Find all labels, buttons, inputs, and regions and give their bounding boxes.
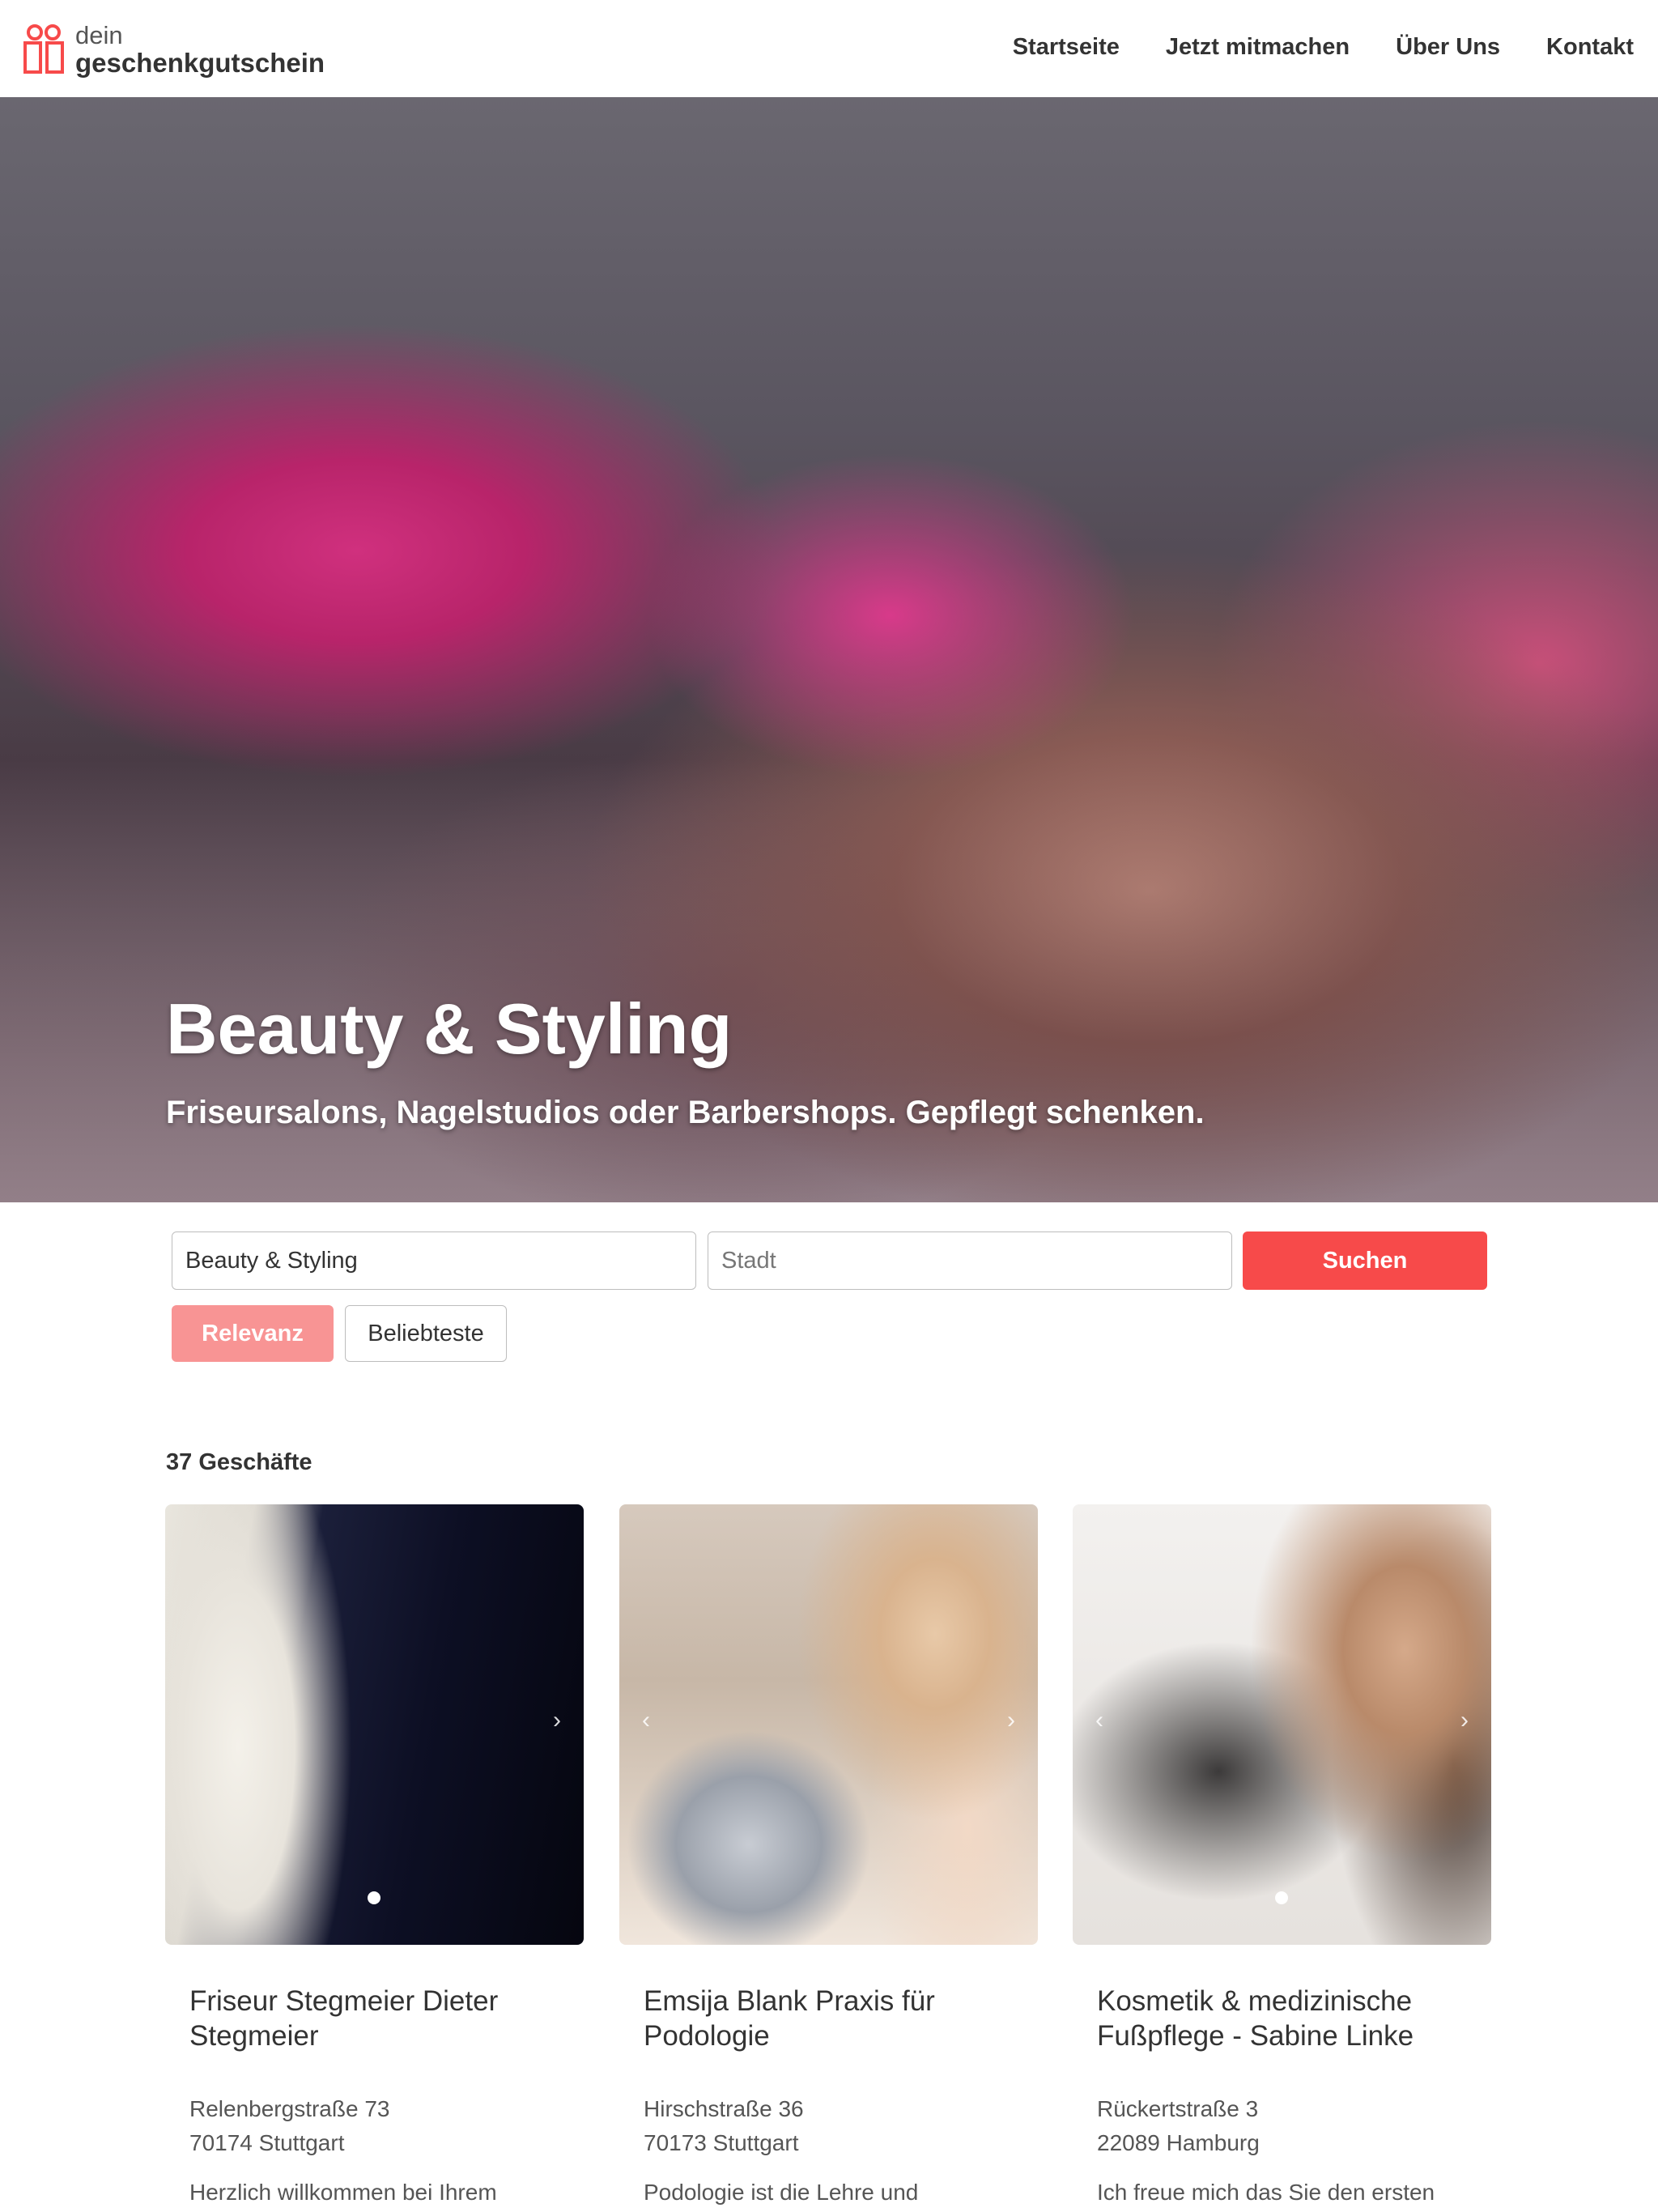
shop-card[interactable]: ‹ › Emsija Blank Praxis für Podologie Hi… [619,1504,1038,2205]
shop-address: Rückertstraße 3 22089 Hamburg [1097,2092,1260,2160]
chevron-right-icon[interactable]: › [1007,1707,1015,1734]
sort-relevance-button[interactable]: Relevanz [172,1305,334,1362]
chevron-right-icon[interactable]: › [1460,1707,1469,1734]
shop-image-carousel[interactable]: › [165,1504,584,1945]
shop-city: 70173 Stuttgart [644,2130,799,2155]
carousel-dot[interactable] [368,1891,380,1904]
hero-subtitle: Friseursalons, Nagelstudios oder Barbers… [166,1095,1205,1130]
shop-street: Rückertstraße 3 [1097,2096,1259,2121]
shop-image-carousel[interactable]: ‹ › [1073,1504,1491,1945]
carousel-dot[interactable] [1275,1891,1288,1904]
result-count: 37 Geschäfte [166,1449,312,1475]
chevron-right-icon[interactable]: › [553,1707,561,1734]
shop-description: Podologie ist die Lehre und [644,2180,919,2205]
shop-name[interactable]: Kosmetik & medizinische Fußpflege - Sabi… [1097,1984,1477,2053]
hero-banner: Beauty & Styling Friseursalons, Nagelstu… [0,97,1658,1202]
main-nav: Startseite Jetzt mitmachen Über Uns Kont… [967,34,1634,61]
shop-address: Hirschstraße 36 70173 Stuttgart [644,2092,804,2160]
shop-description: Ich freue mich das Sie den ersten [1097,2180,1435,2205]
site-header: dein geschenkgutschein Startseite Jetzt … [0,0,1658,98]
shop-address: Relenbergstraße 73 70174 Stuttgart [189,2092,389,2160]
nav-startseite[interactable]: Startseite [1013,34,1120,61]
shop-name[interactable]: Friseur Stegmeier Dieter Stegmeier [189,1984,570,2053]
chevron-left-icon[interactable]: ‹ [1095,1707,1103,1734]
nav-kontakt[interactable]: Kontakt [1546,34,1634,61]
shop-name[interactable]: Emsija Blank Praxis für Podologie [644,1984,1024,2053]
nav-ueber-uns[interactable]: Über Uns [1396,34,1500,61]
shop-city: 22089 Hamburg [1097,2130,1260,2155]
shop-street: Relenbergstraße 73 [189,2096,390,2121]
nav-jetzt-mitmachen[interactable]: Jetzt mitmachen [1166,34,1350,61]
shop-card[interactable]: ‹ › Kosmetik & medizinische Fußpflege - … [1073,1504,1491,2205]
shop-description: Herzlich willkommen bei Ihrem [189,2180,497,2205]
shop-city: 70174 Stuttgart [189,2130,345,2155]
hero-title: Beauty & Styling [166,989,733,1069]
shop-street: Hirschstraße 36 [644,2096,804,2121]
logo-text-top: dein [75,21,123,49]
shop-card[interactable]: › Friseur Stegmeier Dieter Stegmeier Rel… [165,1504,584,2205]
category-input[interactable] [172,1231,696,1290]
search-bar: Suchen [172,1231,1487,1291]
sort-popular-button[interactable]: Beliebteste [345,1305,507,1362]
shop-image-carousel[interactable]: ‹ › [619,1504,1038,1945]
logo-text-bottom: geschenkgutschein [75,48,325,78]
chevron-left-icon[interactable]: ‹ [642,1707,650,1734]
gift-icon [23,24,64,74]
search-button[interactable]: Suchen [1243,1231,1487,1290]
logo[interactable]: dein geschenkgutschein [22,23,325,76]
city-input[interactable] [708,1231,1232,1290]
